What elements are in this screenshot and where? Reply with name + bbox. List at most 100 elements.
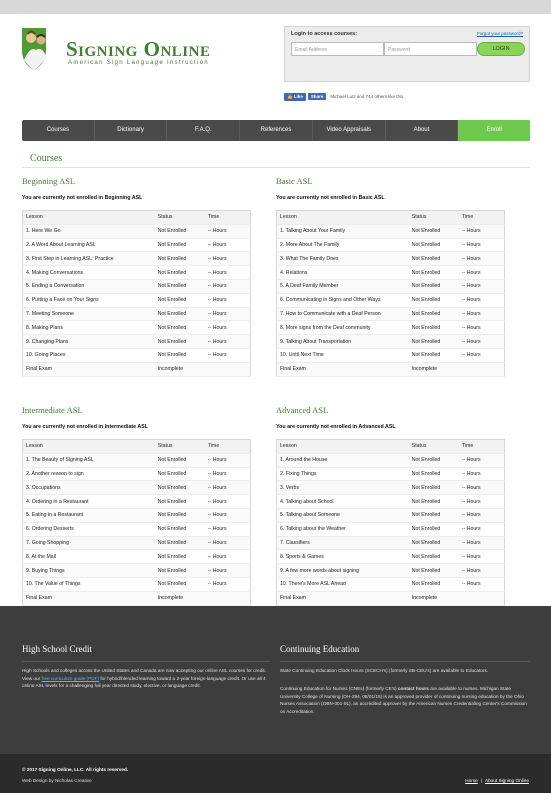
status-cell: Not Enrolled — [408, 467, 459, 482]
table-row[interactable]: 1. Here We Go Not Enrolled -- Hours — [22, 224, 251, 239]
table-row[interactable]: 6. Ordering Desserts Not Enrolled -- Hours — [22, 522, 251, 537]
lesson-cell: 4. Making Conversations — [22, 265, 155, 280]
copyright: © 2017 Signing Online, LLC. All rights r… — [22, 767, 129, 772]
table-row[interactable]: 3. Occupations Not Enrolled -- Hours — [22, 480, 251, 496]
table-row[interactable]: 5. Eating in a Restaurant Not Enrolled -- … — [22, 508, 251, 523]
lesson-cell: 2. More About The Family — [276, 238, 409, 253]
table-row[interactable]: 9. A few more words about signing Not Enr… — [276, 563, 505, 578]
nav-courses[interactable]: Courses — [22, 120, 95, 141]
status-cell: Not Enrolled — [408, 480, 459, 496]
table-row[interactable]: 6. Talking about the Weather Not Enrolled… — [276, 522, 505, 537]
brand-subtitle: American Sign Language Instruction — [68, 60, 209, 66]
footer-bottom-bar: © 2017 Signing Online, LLC. All rights r… — [0, 754, 551, 793]
table-row[interactable]: Final Exam Incomplete — [22, 362, 251, 377]
table-row[interactable]: 6. Putting a Face on Your Signs Not Enrol… — [22, 293, 251, 308]
time-cell: -- Hours — [204, 453, 251, 468]
table-row[interactable]: Final Exam Incomplete — [276, 591, 505, 606]
password-field[interactable]: Password — [384, 42, 477, 56]
nav-enroll[interactable]: Enroll — [458, 120, 530, 141]
lesson-cell: 3. First Step in Learning ASL: Practice — [22, 251, 155, 267]
column-header-lesson: Lesson — [22, 210, 155, 225]
time-cell: -- Hours — [458, 224, 505, 239]
time-cell — [458, 362, 505, 377]
table-row[interactable]: 7. Going Shopping Not Enrolled -- Hours — [22, 536, 251, 551]
table-row[interactable]: 1. The Beauty of Signing ASL Not Enrolled… — [22, 453, 251, 468]
column-header-status: Status — [408, 210, 459, 225]
table-row[interactable]: 3. Verbs Not Enrolled -- Hours — [276, 480, 505, 496]
table-row[interactable]: 2. More About The Family Not Enrolled -- H… — [276, 238, 505, 253]
facebook-like-bar: 👍 Like Share Michael Lutz and 744 others… — [284, 92, 404, 101]
table-row[interactable]: 4. Talking about School Not Enrolled -- Ho… — [276, 494, 505, 509]
time-cell: -- Hours — [458, 549, 505, 565]
table-row[interactable]: 3. First Step in Learning ASL: Practice N… — [22, 251, 251, 267]
nav-video-appraisals[interactable]: Video Appraisals — [313, 120, 386, 141]
table-header-row: Lesson Status Time — [22, 439, 251, 454]
table-row[interactable]: 2. A Word About Learning ASL Not Enrolled… — [22, 238, 251, 253]
table-row[interactable]: 5. A Deaf Family Member Not Enrolled -- Ho… — [276, 279, 505, 294]
nav-about[interactable]: About — [386, 120, 459, 141]
enrollment-note: You are currently not enrolled in Interm… — [22, 424, 148, 430]
status-cell: Incomplete — [408, 591, 459, 606]
time-cell: -- Hours — [458, 348, 505, 363]
table-row[interactable]: 4. Making Conversations Not Enrolled -- Ho… — [22, 265, 251, 280]
footer-about-link[interactable]: About Signing Online — [485, 778, 529, 783]
table-row[interactable]: 6. Communicating in Signs and Other Ways… — [276, 293, 505, 308]
lesson-cell: 8. At the Mall — [22, 549, 155, 565]
nav-dictionary[interactable]: Dictionary — [95, 120, 168, 141]
status-cell: Not Enrolled — [154, 549, 205, 565]
continuing-education-text-2: Continuing Education for Nurses (CNEs) (… — [280, 685, 530, 715]
status-cell: Not Enrolled — [408, 251, 459, 267]
nav-faq[interactable]: F.A.Q. — [167, 120, 241, 141]
course-intermediate-asl: Intermediate ASL You are currently not e… — [22, 405, 251, 606]
lesson-cell: 7. Meeting Someone — [22, 307, 155, 322]
table-row[interactable]: 10. Going Places Not Enrolled -- Hours — [22, 348, 251, 363]
table-row[interactable]: 9. Talking About Transportation Not Enrol… — [276, 334, 505, 349]
login-button[interactable]: LOGIN — [477, 42, 525, 56]
lesson-cell: 2. Another reason to sign — [22, 467, 155, 482]
table-row[interactable]: Final Exam Incomplete — [22, 591, 251, 606]
table-row[interactable]: 10. The Value of Things Not Enrolled -- Ho… — [22, 577, 251, 592]
table-row[interactable]: 8. At the Mall Not Enrolled -- Hours — [22, 549, 251, 565]
logo-emblem-icon — [22, 28, 46, 70]
table-row[interactable]: 4. Ordering in a Restaurant Not Enrolled -… — [22, 494, 251, 509]
table-row[interactable]: Final Exam Incomplete — [276, 362, 505, 377]
table-row[interactable]: 3. What The Family Does Not Enrolled -- Ho… — [276, 251, 505, 267]
table-row[interactable]: 7. Classifiers Not Enrolled -- Hours — [276, 536, 505, 551]
lesson-cell: 10. Until Next Time — [276, 348, 409, 363]
table-row[interactable]: 5. Talking about Someone Not Enrolled -- H… — [276, 508, 505, 523]
table-row[interactable]: 2. Fixing Things Not Enrolled -- Hours — [276, 467, 505, 482]
lesson-cell: 5. A Deaf Family Member — [276, 279, 409, 294]
lesson-cell: 5. Talking about Someone — [276, 508, 409, 523]
table-row[interactable]: 7. How to Communicate with a Deaf Person… — [276, 307, 505, 322]
thumbs-up-icon: 👍 — [287, 93, 293, 99]
table-row[interactable]: 10. Until Next Time Not Enrolled -- Hours — [276, 348, 505, 363]
table-row[interactable]: 9. Changing Plans Not Enrolled -- Hours — [22, 334, 251, 349]
site-logo[interactable]: Signing Online American Sign Language In… — [20, 24, 270, 74]
time-cell: -- Hours — [204, 563, 251, 578]
table-row[interactable]: 7. Meeting Someone Not Enrolled -- Hours — [22, 307, 251, 322]
table-row[interactable]: 8. Sports & Games Not Enrolled -- Hours — [276, 549, 505, 565]
email-field[interactable]: Email Address — [291, 42, 384, 56]
time-cell: -- Hours — [204, 480, 251, 496]
table-row[interactable]: 9. Buying Things Not Enrolled -- Hours — [22, 563, 251, 578]
facebook-like-button[interactable]: 👍 Like — [284, 92, 306, 101]
table-row[interactable]: 8. Making Plans Not Enrolled -- Hours — [22, 320, 251, 336]
table-row[interactable]: 1. Talking About Your Family Not Enrolled… — [276, 224, 505, 239]
forgot-password-link[interactable]: Forgot your password? — [477, 31, 523, 36]
time-cell: -- Hours — [204, 279, 251, 294]
table-row[interactable]: 5. Ending a Conversation Not Enrolled -- H… — [22, 279, 251, 294]
table-row[interactable]: 4. Relations Not Enrolled -- Hours — [276, 265, 505, 280]
facebook-share-button[interactable]: Share — [307, 93, 327, 100]
curriculum-guide-link[interactable]: free curriculum guide (PDF) — [41, 676, 99, 681]
table-row[interactable]: 8. More signs from the Deaf community Not… — [276, 320, 505, 336]
time-cell: -- Hours — [458, 577, 505, 592]
table-row[interactable]: 10. There's More ASL Ahead Not Enrolled --… — [276, 577, 505, 592]
footer-home-link[interactable]: Home — [465, 778, 478, 783]
enrollment-note: You are currently not enrolled in Basic … — [276, 195, 385, 201]
nav-references[interactable]: References — [240, 120, 313, 141]
lesson-cell: 7. How to Communicate with a Deaf Person — [276, 307, 409, 322]
table-row[interactable]: 1. Around the House Not Enrolled -- Hours — [276, 453, 505, 468]
table-row[interactable]: 2. Another reason to sign Not Enrolled -- … — [22, 467, 251, 482]
continuing-education-title: Continuing Education — [280, 644, 360, 654]
brand-title: Signing Online — [66, 37, 211, 61]
